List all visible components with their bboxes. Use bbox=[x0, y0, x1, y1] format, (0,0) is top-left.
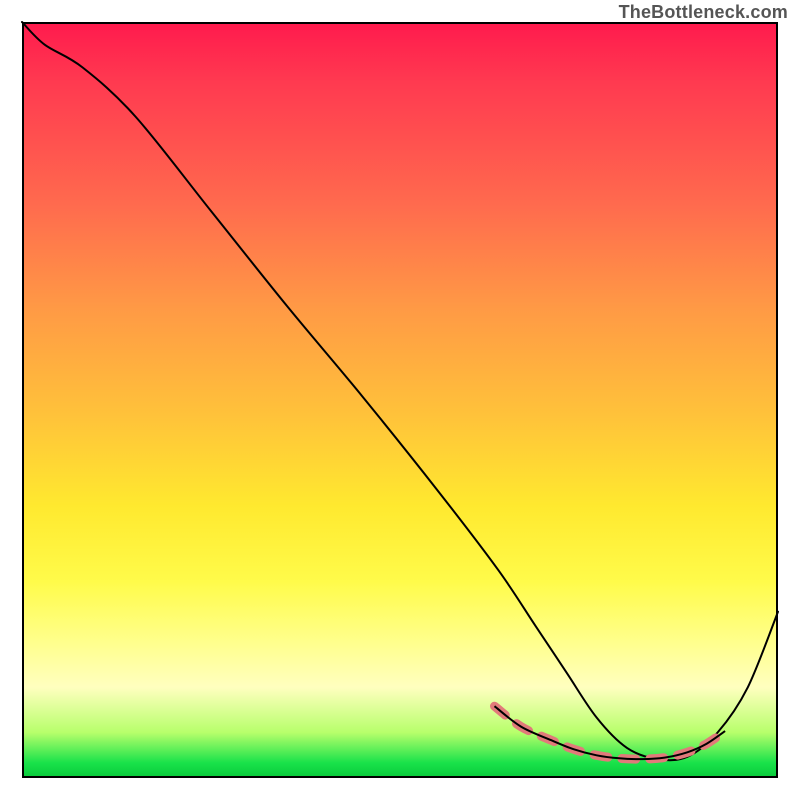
chart-area bbox=[22, 22, 778, 778]
chart-svg bbox=[22, 22, 778, 778]
watermark: TheBottleneck.com bbox=[619, 2, 788, 23]
curve-line bbox=[22, 22, 778, 760]
